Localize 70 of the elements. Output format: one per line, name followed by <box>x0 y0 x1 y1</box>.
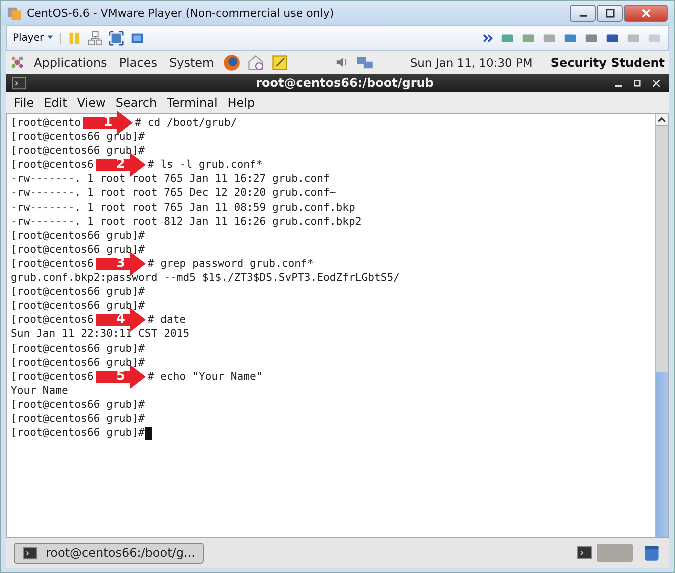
trash-icon[interactable] <box>643 544 661 562</box>
terminal-line: -rw-------. 1 root root 765 Jan 11 16:27 grub.conf <box>11 172 330 186</box>
terminal-line: -rw-------. 1 root root 812 Jan 11 16:26 grub.conf.bkp2 <box>11 214 362 229</box>
terminal-line: -rw-------. 1 root root 765 Dec 12 20:20 grub.conf~ <box>11 186 336 201</box>
network-icon[interactable] <box>88 30 104 46</box>
terminal-line: Your Name <box>11 384 68 398</box>
minimize-icon <box>578 15 588 17</box>
maximize-button[interactable] <box>631 80 644 86</box>
scrollbar[interactable] <box>655 114 668 537</box>
close-icon <box>642 8 650 18</box>
terminal-line: grub.conf.bkp2:password --md5 $1$./ZT3$DS.SvPT3.EodZfrLGbtS5/ <box>11 271 400 286</box>
workspace-switcher[interactable] <box>597 544 633 562</box>
window-title: CentOS-6.6 - VMware Player (Non-commercial use only) <box>27 6 334 20</box>
terminal-line: [root@centos66 grub]# <box>11 412 145 426</box>
menu-item[interactable]: Help <box>224 96 260 110</box>
terminal-line: [root@centos66 grub]# <box>11 426 145 440</box>
terminal-line: -rw-------. 1 root root 765 Jan 11 08:59 grub.conf.bkp <box>11 200 356 215</box>
terminal-line: [root@centos66 grub]# <box>11 130 145 144</box>
minimize-button[interactable] <box>570 4 596 22</box>
terminal-line: [root@centos66 grub]# <box>11 228 145 243</box>
terminal-line: [root@centos6 <box>11 313 94 328</box>
menu-item[interactable]: File <box>10 96 38 110</box>
panel-menu[interactable]: Applications <box>31 56 110 70</box>
player-menu[interactable]: Player <box>13 32 62 44</box>
close-icon <box>653 80 660 86</box>
chevron-icon[interactable] <box>483 32 494 44</box>
terminal-icon[interactable] <box>577 545 593 561</box>
caret-icon <box>47 34 54 40</box>
terminal-line: [root@centos66 grub]# <box>11 144 145 158</box>
terminal-command: # ls -l grub.conf* <box>148 158 263 172</box>
terminal-command: # cd /boot/grub/ <box>135 116 238 130</box>
terminal-line: [root@centos66 grub]# <box>11 285 145 300</box>
menu-item[interactable]: Terminal <box>163 96 222 110</box>
terminal-line: [root@centos6 <box>11 256 94 272</box>
menu-item[interactable]: Search <box>112 96 162 110</box>
terminal-line: [root@centos66 grub]# <box>11 398 145 412</box>
terminal-line: [root@centos66 grub]# <box>11 299 145 314</box>
scroll-up-icon[interactable] <box>656 114 668 126</box>
terminal-icon <box>12 76 27 90</box>
terminal-line: Sun Jan 11 22:30:11 CST 2015 <box>11 327 190 342</box>
panel-clock[interactable]: Sun Jan 11, 10:30 PM <box>410 56 533 70</box>
terminal-command: # date <box>148 313 186 328</box>
terminal-line: [root@centos66 grub]# <box>11 242 145 257</box>
terminal-line: [root@cento <box>11 116 82 130</box>
terminal-line: [root@centos6 <box>11 370 94 384</box>
notes-icon[interactable] <box>271 54 290 72</box>
text-cursor <box>144 426 152 440</box>
menu-item[interactable]: View <box>73 96 110 110</box>
terminal-title: root@centos66:/boot/grub <box>255 76 435 90</box>
close-button[interactable] <box>624 4 668 22</box>
terminal-command: # echo "Your Name" <box>148 370 263 384</box>
maximize-button[interactable] <box>597 4 623 22</box>
taskbar-item[interactable]: root@centos66:/boot/g... <box>14 542 204 564</box>
panel-menu[interactable]: System <box>166 56 218 70</box>
terminal-icon <box>23 546 38 560</box>
scrollbar-thumb[interactable] <box>656 372 668 537</box>
menu-item[interactable]: Edit <box>40 96 72 110</box>
maximize-icon <box>606 8 614 18</box>
panel-menu[interactable]: Places <box>116 56 160 70</box>
terminal-command: # grep password grub.conf* <box>148 256 314 272</box>
panel-user[interactable]: Security Student <box>550 56 665 70</box>
vmware-logo-icon <box>7 6 22 20</box>
terminal-line: [root@centos66 grub]# <box>11 342 145 356</box>
fullscreen-icon[interactable] <box>109 30 124 46</box>
terminal-line: [root@centos6 <box>11 158 94 172</box>
terminal-line: [root@centos66 grub]# <box>11 356 145 370</box>
maximize-icon <box>634 80 641 86</box>
firefox-icon[interactable] <box>223 54 242 72</box>
step-number: 4 <box>116 313 126 328</box>
close-button[interactable] <box>650 80 663 86</box>
